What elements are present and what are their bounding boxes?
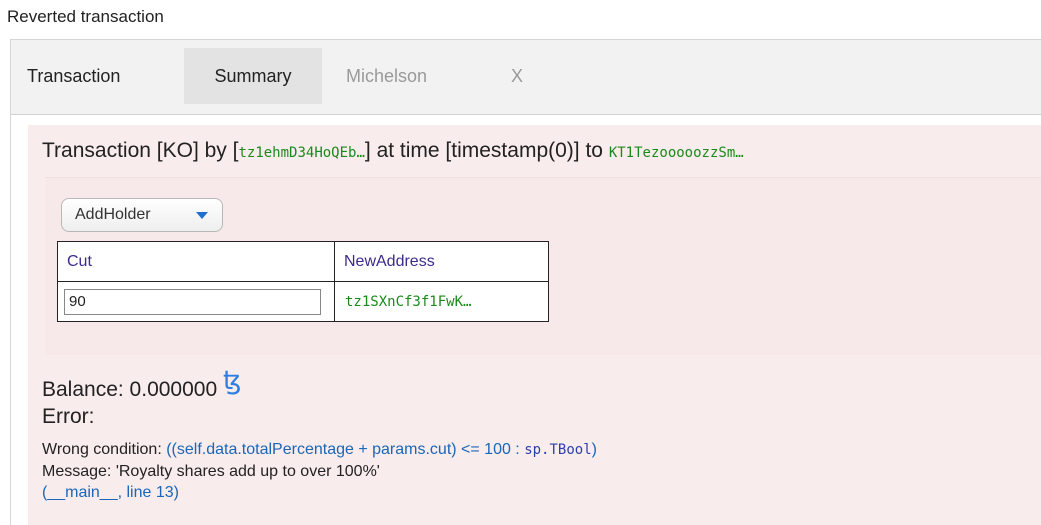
entrypoint-dropdown[interactable]: AddHolder (61, 198, 223, 232)
tab-transaction[interactable]: Transaction (14, 48, 133, 104)
column-header-newaddress: NewAddress (334, 241, 549, 282)
cut-input[interactable] (64, 288, 321, 315)
tab-summary[interactable]: Summary (184, 48, 322, 104)
transaction-window: Transaction Summary Michelson X Transact… (10, 39, 1041, 525)
error-label: Error: (42, 405, 95, 428)
close-tab-button[interactable]: X (498, 48, 536, 104)
table-row: tz1SXnCf3f1FwK… (57, 281, 549, 322)
cut-cell (57, 281, 335, 322)
parameters-table: Cut NewAddress tz1SXnCf3f1FwK… (57, 241, 549, 322)
error-location-link[interactable]: (__main__, line 13) (42, 484, 179, 502)
condition-suffix: ) (591, 441, 597, 458)
transaction-headline: Transaction [KO] by [tz1ehmD34HoQEb…] at… (42, 139, 744, 163)
tab-michelson[interactable]: Michelson (333, 48, 440, 104)
new-address-value[interactable]: tz1SXnCf3f1FwK… (345, 294, 471, 310)
contract-address[interactable]: KT1TezooooozzSm… (609, 145, 744, 161)
sender-address[interactable]: tz1ehmD34HoQEb… (238, 145, 364, 161)
entrypoint-label: AddHolder (75, 206, 151, 223)
parameters-box: AddHolder Cut NewAddress tz1SXnCf3f1FwK… (45, 177, 1041, 355)
column-header-cut: Cut (57, 241, 335, 282)
balance-label: Balance: 0.000000 (42, 378, 218, 401)
table-header-row: Cut NewAddress (57, 241, 549, 282)
headline-mid: ] at time [timestamp(0)] to (364, 139, 609, 162)
balance: Balance: 0.000000 ꜩ (42, 365, 241, 403)
headline-prefix: Transaction [KO] by [ (42, 139, 239, 162)
condition-type: sp.TBool (524, 442, 592, 458)
chevron-down-icon (196, 212, 208, 219)
condition-prefix: Wrong condition: (42, 441, 167, 458)
tab-bar: Transaction Summary Michelson X (11, 40, 1041, 115)
summary-panel: Transaction [KO] by [tz1ehmD34HoQEb…] at… (28, 125, 1041, 525)
newaddress-cell: tz1SXnCf3f1FwK… (334, 281, 549, 322)
error-condition: Wrong condition: ((self.data.totalPercen… (42, 441, 597, 459)
tez-icon: ꜩ (223, 365, 242, 395)
condition-expression: ((self.data.totalPercentage + params.cut… (166, 441, 525, 458)
page-title: Reverted transaction (7, 7, 164, 26)
error-message: Message: 'Royalty shares add up to over … (42, 463, 380, 480)
